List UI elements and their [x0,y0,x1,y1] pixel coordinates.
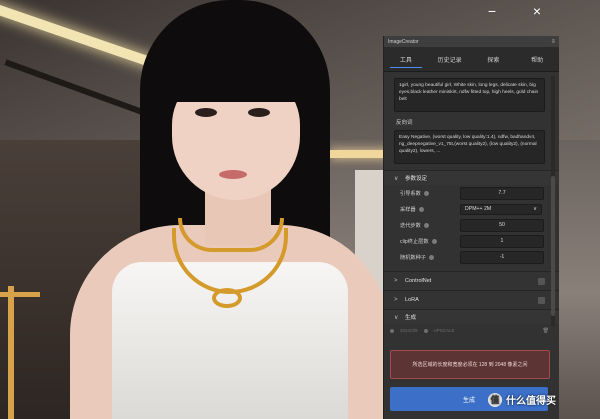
history-date: 2024/3/9 [400,328,418,333]
tab-history[interactable]: 历史记录 [428,47,472,71]
guidance-input[interactable]: 7.7 [460,186,544,200]
gold-rail [8,286,14,419]
tab-explore[interactable]: 探索 [472,47,516,71]
minimize-button[interactable]: − [481,0,503,22]
positive-prompt-input[interactable]: 1girl, young beautiful girl, White skin,… [394,78,545,112]
panel-content: 1girl, young beautiful girl, White skin,… [384,72,559,337]
generate-button-label: 生成 [462,397,475,404]
trash-icon[interactable]: 🗑 [543,328,549,334]
param-row-clip-skip: clip终止层数 1 [394,233,545,249]
param-row-steps: 迭代步数 50 [394,217,545,233]
error-message-box: 所选区域的长度和宽度必须在 128 到 2048 像素之间 [390,350,550,379]
watermark-logo-icon: 值 [488,392,502,407]
history-tag: UPSCALE [433,328,455,333]
left-eye [195,108,217,117]
info-icon[interactable] [423,222,429,228]
gold-rail-horizontal [0,292,40,297]
params-section-header[interactable]: ∨ 参数设定 [384,170,559,185]
close-button[interactable]: × [526,0,548,22]
param-label: 迭代步数 [400,222,421,229]
lora-section-header[interactable]: > LoRA [384,290,559,309]
controlnet-section-header[interactable]: > ControlNet [384,271,559,290]
right-eye [248,108,270,117]
param-label: 引导系数 [400,190,421,197]
generate-section-label: 生成 [405,315,417,321]
panel-menu-icon[interactable]: ≡ [551,39,555,45]
param-label: 采样器 [400,206,416,213]
status-dot-icon [423,328,428,333]
tab-bar: 工具 历史记录 探索 帮助 [384,47,559,72]
sampler-select[interactable]: DPM++ 2M ∨ [460,203,542,215]
scrollbar-thumb[interactable] [551,176,555,316]
info-icon[interactable] [428,254,434,260]
history-row[interactable]: 2024/3/9 UPSCALE 🗑 [390,324,549,337]
tab-help[interactable]: 帮助 [515,47,559,71]
info-icon[interactable] [423,190,429,196]
lora-toggle[interactable] [538,296,545,304]
steps-input[interactable]: 50 [460,218,544,232]
param-label: 随机数种子 [400,254,426,261]
status-dot-icon [390,328,394,333]
negative-prompt-label: 反向词 [396,120,413,126]
chevron-right-icon: > [394,278,398,284]
chevron-down-icon: ∨ [394,175,399,182]
controlnet-label: ControlNet [405,278,432,284]
param-row-guidance: 引导系数 7.7 [394,185,545,201]
error-message: 所选区域的长度和宽度必须在 128 到 2048 像素之间 [412,362,528,368]
negative-prompt-input[interactable]: Easy Negative, (worst quality, low quali… [394,130,545,164]
seed-input[interactable]: -1 [460,250,544,264]
clip-skip-input[interactable]: 1 [460,234,544,248]
tab-tools[interactable]: 工具 [384,47,428,71]
params-section-label: 参数设定 [405,176,428,182]
gold-chain-pendant [212,288,242,308]
param-label: clip终止层数 [400,238,429,245]
lora-label: LoRA [405,297,419,303]
chevron-down-icon: ∨ [394,314,399,321]
param-row-seed: 随机数种子 -1 [394,249,545,265]
chevron-down-icon: ∨ [533,206,537,212]
panel-title: ImageCreator [388,38,419,45]
sampler-select-value: DPM++ 2M [465,206,492,212]
generate-section-header[interactable]: ∨ 生成 [384,309,559,324]
info-icon[interactable] [418,206,424,212]
panel-titlebar: ImageCreator ≡ [384,36,559,47]
watermark: 值 什么值得买 [488,392,556,407]
lips [219,170,247,179]
info-icon[interactable] [431,238,437,244]
image-creator-panel: ImageCreator ≡ 工具 历史记录 探索 帮助 1girl, youn… [383,36,559,419]
watermark-text: 什么值得买 [506,396,556,407]
param-row-sampler: 采样器 DPM++ 2M ∨ [394,201,545,217]
chevron-right-icon: > [394,297,398,303]
controlnet-toggle[interactable] [538,277,545,285]
